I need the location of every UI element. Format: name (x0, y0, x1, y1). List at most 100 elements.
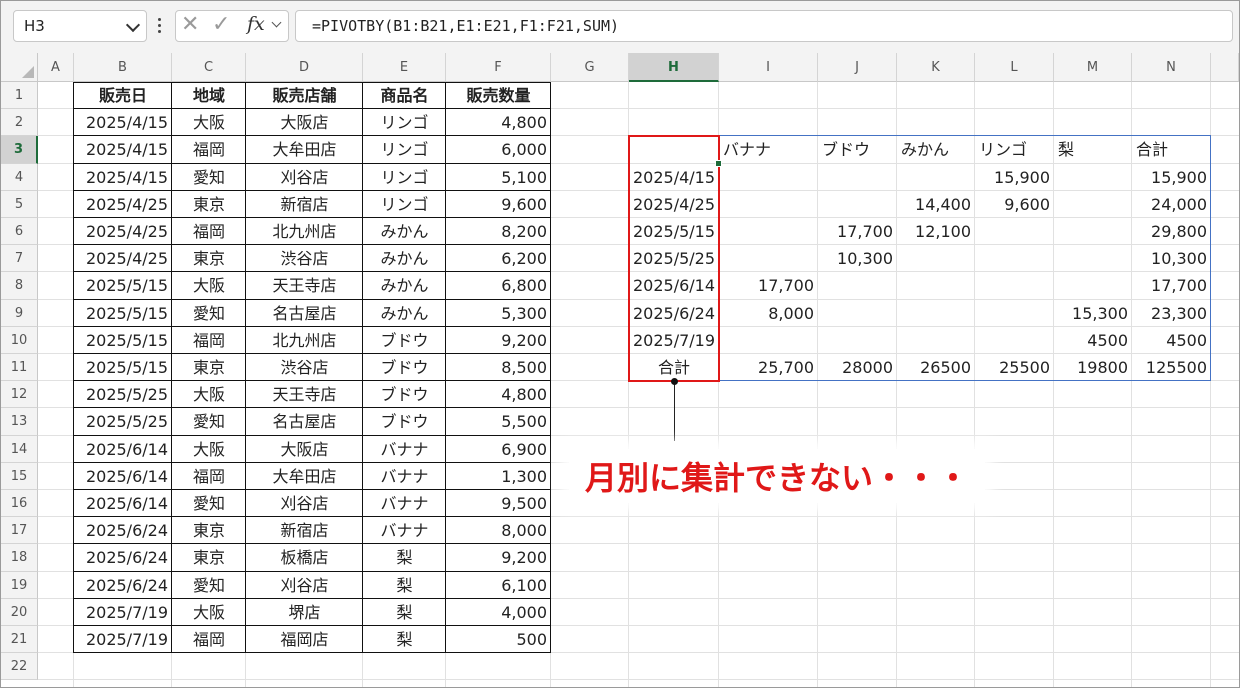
pivot-cell[interactable]: 8,000 (719, 300, 818, 327)
row-header-10[interactable]: 10 (1, 326, 38, 354)
table-cell[interactable]: 東京 (172, 517, 246, 544)
pivot-cell[interactable]: 14,400 (897, 191, 975, 218)
table-header-cell[interactable]: 販売数量 (446, 82, 551, 109)
chevron-down-icon[interactable] (125, 17, 141, 33)
column-header-g[interactable]: G (551, 53, 629, 82)
table-cell[interactable]: 2025/5/15 (74, 300, 172, 327)
table-cell[interactable]: 5,300 (446, 300, 551, 327)
table-cell[interactable]: 東京 (172, 544, 246, 571)
column-header-f[interactable]: F (446, 53, 551, 82)
pivot-cell[interactable] (818, 327, 897, 354)
table-cell[interactable]: 堺店 (246, 599, 363, 626)
pivot-cell[interactable]: 4500 (1054, 327, 1132, 354)
table-cell[interactable]: 2025/6/14 (74, 490, 172, 517)
row-header-5[interactable]: 5 (1, 190, 38, 218)
pivot-cell[interactable]: 15,900 (975, 164, 1054, 191)
table-cell[interactable]: 大阪 (172, 599, 246, 626)
pivot-cell[interactable]: 29,800 (1132, 218, 1211, 245)
pivot-cell[interactable]: 4500 (1132, 327, 1211, 354)
table-cell[interactable]: 刈谷店 (246, 572, 363, 599)
column-header-d[interactable]: D (246, 53, 363, 82)
table-cell[interactable]: 2025/4/15 (74, 109, 172, 136)
table-cell[interactable]: ブドウ (363, 381, 446, 408)
table-cell[interactable]: 2025/5/15 (74, 354, 172, 381)
row-header-2[interactable]: 2 (1, 109, 38, 137)
row-header-11[interactable]: 11 (1, 354, 38, 382)
pivot-cell[interactable] (1054, 191, 1132, 218)
table-cell[interactable]: 梨 (363, 544, 446, 571)
table-cell[interactable]: 板橋店 (246, 544, 363, 571)
pivot-row-label[interactable]: 2025/4/15 (629, 164, 719, 191)
table-cell[interactable]: 梨 (363, 626, 446, 653)
table-cell[interactable]: 福岡 (172, 136, 246, 163)
table-cell[interactable]: 6,900 (446, 436, 551, 463)
table-cell[interactable]: 大阪店 (246, 109, 363, 136)
table-header-cell[interactable]: 地域 (172, 82, 246, 109)
fill-handle[interactable] (715, 159, 722, 167)
table-cell[interactable]: 福岡 (172, 626, 246, 653)
pivot-cell[interactable]: 15,300 (1054, 300, 1132, 327)
column-header-j[interactable]: J (818, 53, 897, 82)
pivot-column-header[interactable]: バナナ (719, 136, 818, 163)
column-header-n[interactable]: N (1132, 53, 1211, 82)
pivot-cell[interactable] (897, 300, 975, 327)
pivot-cell[interactable] (719, 218, 818, 245)
column-header-k[interactable]: K (897, 53, 975, 82)
checkmark-icon[interactable]: ✓ (212, 14, 230, 36)
table-cell[interactable]: 2025/6/24 (74, 572, 172, 599)
column-header-e[interactable]: E (363, 53, 446, 82)
table-cell[interactable]: 4,000 (446, 599, 551, 626)
pivot-row-label[interactable]: 合計 (629, 354, 719, 381)
pivot-cell[interactable] (975, 245, 1054, 272)
pivot-cell[interactable]: 28000 (818, 354, 897, 381)
table-cell[interactable]: 2025/5/25 (74, 408, 172, 435)
pivot-row-label[interactable]: 2025/6/24 (629, 300, 719, 327)
pivot-column-header[interactable]: ブドウ (818, 136, 897, 163)
table-cell[interactable]: 9,200 (446, 544, 551, 571)
row-header-1[interactable]: 1 (1, 82, 38, 110)
table-cell[interactable]: 大牟田店 (246, 136, 363, 163)
pivot-cell[interactable] (897, 327, 975, 354)
table-cell[interactable]: 9,200 (446, 327, 551, 354)
table-cell[interactable]: 2025/5/15 (74, 327, 172, 354)
table-cell[interactable]: みかん (363, 272, 446, 299)
row-header-19[interactable]: 19 (1, 571, 38, 599)
table-cell[interactable]: ブドウ (363, 408, 446, 435)
table-cell[interactable]: 2025/4/15 (74, 164, 172, 191)
table-cell[interactable]: 4,800 (446, 109, 551, 136)
row-header-12[interactable]: 12 (1, 381, 38, 409)
row-header-6[interactable]: 6 (1, 218, 38, 246)
row-header-17[interactable]: 17 (1, 517, 38, 545)
column-header-i[interactable]: I (719, 53, 818, 82)
table-cell[interactable]: 愛知 (172, 572, 246, 599)
column-header-c[interactable]: C (172, 53, 246, 82)
pivot-cell[interactable] (1054, 218, 1132, 245)
row-header-14[interactable]: 14 (1, 435, 38, 463)
pivot-cell[interactable] (897, 164, 975, 191)
table-cell[interactable]: ブドウ (363, 354, 446, 381)
table-cell[interactable]: 500 (446, 626, 551, 653)
table-cell[interactable]: 2025/7/19 (74, 626, 172, 653)
pivot-cell[interactable] (719, 164, 818, 191)
pivot-cell[interactable] (1054, 272, 1132, 299)
table-cell[interactable]: バナナ (363, 490, 446, 517)
row-header-8[interactable]: 8 (1, 272, 38, 300)
row-header-20[interactable]: 20 (1, 598, 38, 626)
column-header-l[interactable]: L (975, 53, 1054, 82)
table-cell[interactable]: 2025/4/25 (74, 191, 172, 218)
pivot-row-label[interactable]: 2025/7/19 (629, 327, 719, 354)
table-cell[interactable]: 6,800 (446, 272, 551, 299)
pivot-cell[interactable]: 9,600 (975, 191, 1054, 218)
pivot-cell[interactable] (818, 164, 897, 191)
pivot-row-label[interactable]: 2025/5/25 (629, 245, 719, 272)
table-cell[interactable]: 9,600 (446, 191, 551, 218)
table-cell[interactable]: 2025/6/14 (74, 436, 172, 463)
pivot-cell[interactable]: 125500 (1132, 354, 1211, 381)
pivot-cell[interactable]: 17,700 (719, 272, 818, 299)
table-cell[interactable]: 北九州店 (246, 327, 363, 354)
table-cell[interactable]: 4,800 (446, 381, 551, 408)
table-cell[interactable]: 天王寺店 (246, 272, 363, 299)
column-header-m[interactable]: M (1054, 53, 1132, 82)
table-cell[interactable]: 6,200 (446, 245, 551, 272)
table-cell[interactable]: 福岡店 (246, 626, 363, 653)
